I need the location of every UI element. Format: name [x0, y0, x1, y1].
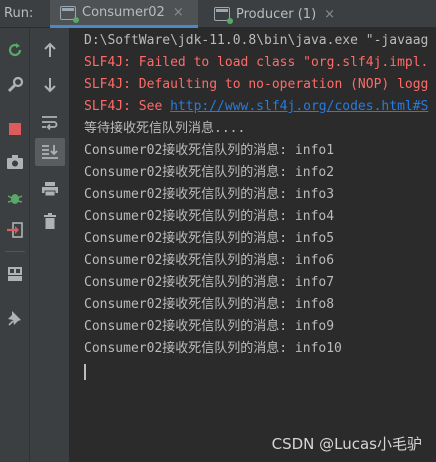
console-line: Consumer02接收死信队列的消息: info1	[84, 143, 335, 158]
run-tool-column	[0, 28, 30, 462]
watermark: CSDN @Lucas小毛驴	[271, 435, 422, 453]
console-line: SLF4J: Defaulting to no-operation (NOP) …	[84, 77, 429, 92]
console-line: D:\SoftWare\jdk-11.0.8\bin\java.exe "-ja…	[84, 33, 429, 48]
print-icon[interactable]	[38, 177, 62, 201]
rerun-icon[interactable]	[3, 38, 27, 62]
tab-consumer02[interactable]: Consumer02 ×	[50, 0, 198, 28]
console-output[interactable]: D:\SoftWare\jdk-11.0.8\bin\java.exe "-ja…	[76, 28, 436, 462]
close-icon[interactable]: ×	[324, 7, 335, 22]
console-line: Consumer02接收死信队列的消息: info5	[84, 231, 335, 246]
console-line: Consumer02接收死信队列的消息: info2	[84, 165, 335, 180]
console-line: Consumer02接收死信队列的消息: info9	[84, 319, 335, 334]
soft-wrap-icon[interactable]	[38, 110, 62, 134]
divider	[5, 251, 25, 252]
tab-label: Producer (1)	[236, 6, 317, 22]
close-icon[interactable]: ×	[173, 5, 184, 20]
layout-icon[interactable]	[3, 262, 27, 286]
arrow-up-icon[interactable]	[38, 38, 62, 62]
console-line: Consumer02接收死信队列的消息: info10	[84, 341, 342, 356]
console-line: SLF4J: Failed to load class "org.slf4j.i…	[84, 55, 429, 70]
stop-icon[interactable]	[3, 117, 27, 141]
slf4j-codes-link[interactable]: http://www.slf4j.org/codes.html#S	[170, 99, 428, 114]
tab-label: Consumer02	[82, 5, 165, 20]
console-line: Consumer02接收死信队列的消息: info7	[84, 275, 335, 290]
scroll-to-end-icon[interactable]	[35, 138, 65, 166]
run-config-icon	[214, 7, 233, 24]
camera-icon[interactable]	[3, 150, 27, 174]
console-line: SLF4J: See http://www.slf4j.org/codes.ht…	[84, 99, 429, 114]
exit-icon[interactable]	[3, 218, 27, 242]
pin-icon[interactable]	[3, 306, 27, 330]
console-line: 等待接收死信队列消息....	[84, 121, 246, 136]
text-caret	[84, 364, 86, 380]
console-line: Consumer02接收死信队列的消息: info3	[84, 187, 335, 202]
console-tool-column	[30, 28, 70, 462]
wrench-icon[interactable]	[3, 73, 27, 97]
arrow-down-icon[interactable]	[38, 73, 62, 97]
tab-producer[interactable]: Producer (1) ×	[204, 0, 364, 28]
run-toolbar: Run: Consumer02 × Producer (1) ×	[0, 0, 436, 28]
bug-icon[interactable]	[3, 186, 27, 210]
run-config-icon	[60, 5, 79, 23]
console-line: Consumer02接收死信队列的消息: info8	[84, 297, 335, 312]
console-line: Consumer02接收死信队列的消息: info6	[84, 253, 335, 268]
run-label: Run:	[4, 6, 34, 21]
trash-icon[interactable]	[38, 209, 62, 233]
console-line: Consumer02接收死信队列的消息: info4	[84, 209, 335, 224]
